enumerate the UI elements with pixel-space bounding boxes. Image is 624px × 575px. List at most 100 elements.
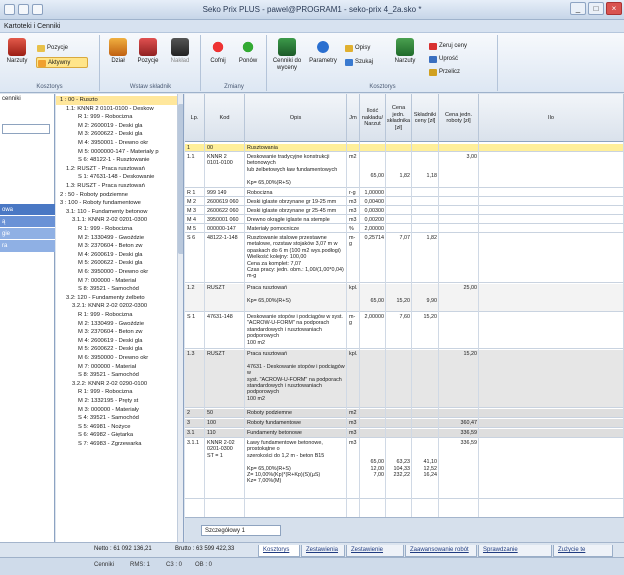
grid-row[interactable]: 1.1 KNNR 2 0101-0100 Deskowanie tradycyjne… [185,153,624,188]
tree-item[interactable]: S 6: 48122-1 - Rusztowanie [56,156,180,165]
tree-scrollbar[interactable] [177,94,183,546]
tree-item[interactable]: S 4: 39521 - Samochód [56,414,180,423]
grid-row[interactable]: 1.2 RUSZT Praca rusztowań Kp= 65,00%(R+S) k… [185,284,624,312]
grid-column-header[interactable]: Cena jedn. składnika [zł] [386,94,412,142]
grid-column-header[interactable]: Kod [205,94,245,142]
left-list-item[interactable]: owa [0,204,55,216]
scrollbar-thumb[interactable] [178,104,183,254]
grid-row[interactable]: M 5 000000-147 Materiały pomocnicze% 2,0000… [185,225,624,233]
tree-item[interactable]: M 4: 2600619 - Deski gla [56,251,180,260]
tree-item[interactable]: M 7: 000000 - Materiał [56,363,180,372]
tab-zu-ycie-te[interactable]: Zużycie te [553,545,613,557]
grid-row[interactable]: S 1 47631-148 Deskowanie stopów i podciągó… [185,313,624,349]
cofnij-button[interactable]: Cofnij [205,38,231,78]
przelicz-button[interactable]: Przelicz [428,67,488,78]
tree-item[interactable]: S 8: 39521 - Samochód [56,285,180,294]
opisy-button[interactable]: Opisy [344,43,384,54]
uprosc-button[interactable]: Uprość [428,54,488,65]
tree-item[interactable]: R 1: 999 - Robocizna [56,113,180,122]
tab-sprawdzanie-kosztorysu[interactable]: Sprawdzanie kosztorysu [478,545,552,564]
grid-row[interactable]: R 1 999 149 Robocizna r-g 1,00000 [185,189,624,197]
close-button[interactable]: × [606,2,622,15]
tab-zaawansowanie-rob-t[interactable]: Zaawansowanie robót [405,545,477,557]
grid-column-header[interactable]: Opis [245,94,347,142]
tree-item[interactable]: M 3: 2370604 - Beton zw [56,328,180,337]
tree-item[interactable]: M 4: 2600619 - Deski gla [56,337,180,346]
dzial-button[interactable]: Dział [105,38,131,78]
tree-item[interactable]: 3.1.1: KNNR 2-02 0201-0300 [56,216,180,225]
grid-row[interactable]: 1 00 Rusztowania [185,144,624,152]
tree-item[interactable]: M 2: 1332195 - Pręty st [56,397,180,406]
narzuty-button[interactable]: Narzuty [4,38,30,78]
tree-item[interactable]: M 2: 1330499 - Gwoździe [56,234,180,243]
tree-item[interactable]: 1.2: RUSZT - Praca rusztowań [56,165,180,174]
tree-item[interactable]: 3.2.1: KNNR 2-02 0202-0300 [56,302,180,311]
parametry-button[interactable]: Parametry [308,38,338,78]
tree-item[interactable]: M 4: 3950001 - Drewno okr [56,139,180,148]
minimize-button[interactable]: _ [570,2,586,15]
tree-item[interactable]: S 8: 39521 - Samochód [56,371,180,380]
szukaj-button[interactable]: Szukaj [344,57,384,68]
grid-row[interactable]: S 6 48122-1-148 Rusztowanie stalowe przest… [185,234,624,283]
grid-cell-il: 0,25714 [364,235,385,241]
zeruj-ceny-button[interactable]: Zeruj ceny [428,41,494,52]
grid-column-header[interactable]: Ilo [479,94,624,142]
tree-item[interactable]: M 3: 2600622 - Deski gla [56,130,180,139]
pozycje-button[interactable]: Pozycje [36,43,96,54]
tree-item[interactable]: 3.2.2: KNNR 2-02 0290-0100 [56,380,180,389]
menu-path[interactable]: Kartoteki i Cenniki [4,23,60,30]
tree-item[interactable]: S 6: 46982 - Giętarka [56,431,180,440]
pozycje-insert-button[interactable]: Pozycje [135,38,161,78]
tree-item[interactable]: M 5: 2600622 - Deski gla [56,259,180,268]
tree-item[interactable]: M 6: 3950000 - Drewno okr [56,268,180,277]
narzuty2-button[interactable]: Narzuty [392,38,418,78]
grid-row[interactable]: M 4 3950001 060 Drewno okrągłe iglaste na … [185,216,624,224]
left-search-input[interactable] [2,124,50,134]
grid-column-header[interactable]: Lp. [185,94,205,142]
grid-column-header[interactable]: Składniki ceny [zł] [412,94,439,142]
grid-row[interactable]: 1.3 RUSZT Praca rusztowań 47631 - Deskowan… [185,350,624,408]
tree-item[interactable]: M 5: 0000000-147 - Materiały p [56,148,180,157]
grid-row[interactable]: M 2 2600619 060 Deski iglaste obrzynane gr… [185,198,624,206]
tree-item[interactable]: S 1: 47631-148 - Deskowanie [56,173,180,182]
tree-item[interactable]: M 3: 2370604 - Beton zw [56,242,180,251]
tree-item[interactable]: 3.2: 120 - Fundamenty żelbeto [56,294,180,303]
tree-item[interactable]: M 2: 2600019 - Deski gla [56,122,180,131]
grid-row[interactable]: 3.1 110 Fundamenty betonowe m3 336,59 [185,429,624,438]
left-list-item[interactable]: ra [0,240,55,252]
aktywny-button[interactable]: Aktywny [36,57,88,68]
grid-row[interactable]: 3.1.1 KNNR 2-02 0201-0300 ST = 1 Ławy fund… [185,439,624,499]
grid-row[interactable]: 3 100 Roboty fundamentowe m3 360,47 [185,419,624,428]
tab-zestawienie-b-d-w[interactable]: Zestawienie błędów [346,545,404,564]
tree-item[interactable]: M 5: 2600622 - Deski gla [56,345,180,354]
view-select[interactable]: Szczegółowy 1 [201,525,281,536]
cenniki-button[interactable]: Cenniki do wyceny [270,38,304,78]
grid-column-header[interactable]: Cena jedn. roboty [zł] [439,94,479,142]
naklad-button[interactable]: Nakład [167,38,193,78]
tree-item[interactable]: S 7: 46983 - Zgrzewarka [56,440,180,449]
tree-item[interactable]: R 1: 999 - Robocizna [56,311,180,320]
maximize-button[interactable]: □ [588,2,604,15]
tree-item[interactable]: 1 : 00 - Ruszto [56,96,180,105]
tree-item[interactable]: S 5: 46981 - Nożyce [56,423,180,432]
grid-row[interactable]: M 3 2600622 060 Deski iglaste obrzynane gr… [185,207,624,215]
tree-item[interactable]: R 1: 999 - Robocizna [56,388,180,397]
grid-column-header[interactable]: Ilość nakładu/ Narzut [360,94,386,142]
tree-item[interactable]: 1.3: RUSZT - Praca rusztowań [56,182,180,191]
tree-item[interactable]: 1.1: KNNR 2 0101-0100 - Deskow [56,105,180,114]
tree-item[interactable]: 2 : 50 - Roboty podziemne [56,191,180,200]
grid-row[interactable]: 2 50 Roboty podziemne m2 [185,409,624,418]
left-list-item[interactable]: ą [0,216,55,228]
tree-item[interactable]: M 3: 000000 - Materiały [56,406,180,415]
tab-zestawienia[interactable]: Zestawienia [301,545,345,557]
tree-item[interactable]: M 7: 000000 - Materiał [56,277,180,286]
left-list-item[interactable]: gie [0,228,55,240]
tree-item[interactable]: 3 : 100 - Roboty fundamentowe [56,199,180,208]
tree-item[interactable]: M 2: 1330499 - Gwoździe [56,320,180,329]
tree-item[interactable]: R 1: 999 - Robocizna [56,225,180,234]
tab-kosztorys[interactable]: Kosztorys [258,545,300,557]
grid-column-header[interactable]: Jm [347,94,360,142]
tree-item[interactable]: 3.1: 110 - Fundamenty betonow [56,208,180,217]
ponow-button[interactable]: Ponów [235,38,261,78]
tree-item[interactable]: M 6: 3950000 - Drewno okr [56,354,180,363]
